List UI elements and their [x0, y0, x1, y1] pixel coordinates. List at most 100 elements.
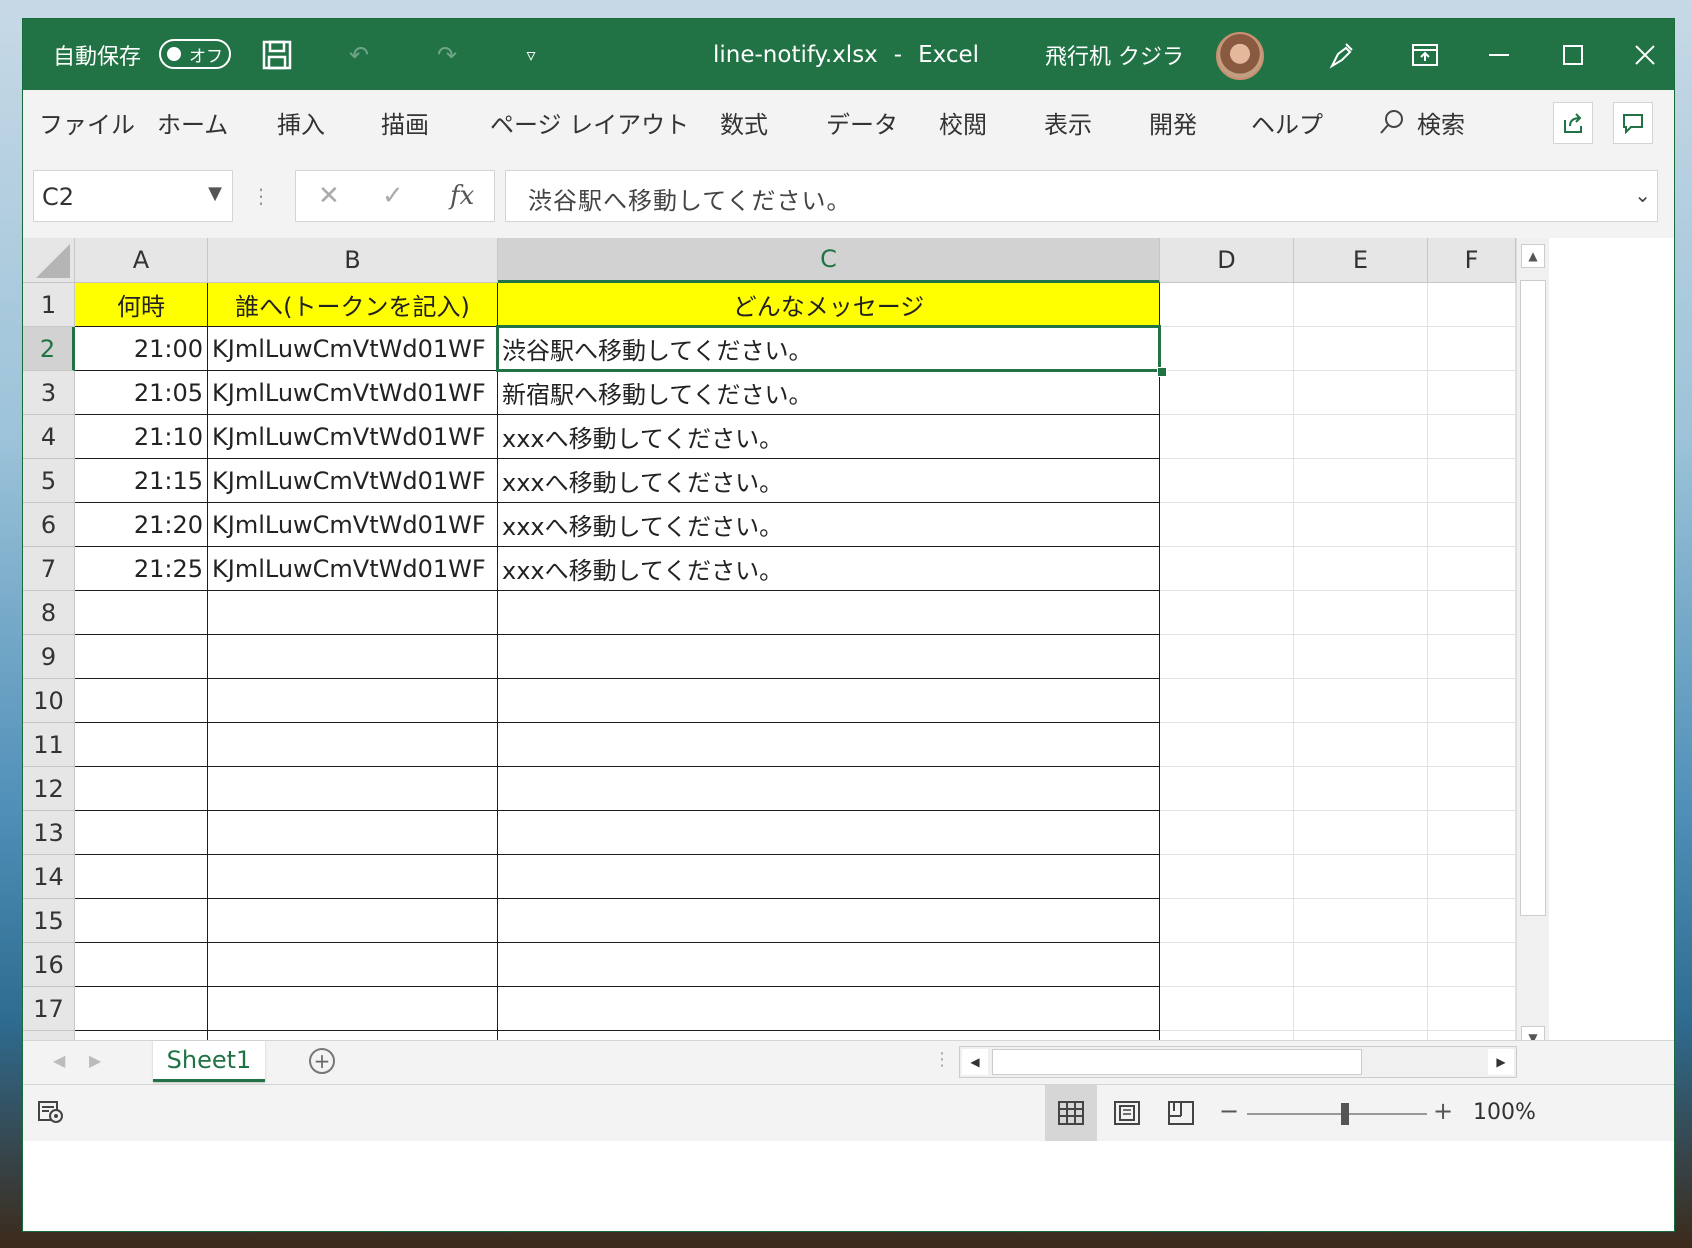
column-header-c[interactable]: C — [498, 238, 1160, 283]
zoom-out-button[interactable]: − — [1219, 1097, 1239, 1125]
cell-f13[interactable] — [1428, 811, 1516, 855]
row-header-17[interactable]: 17 — [23, 987, 75, 1031]
cell-d10[interactable] — [1160, 679, 1294, 723]
column-header-f[interactable]: F — [1428, 238, 1516, 283]
page-layout-view-button[interactable] — [1101, 1085, 1153, 1141]
row-header-2[interactable]: 2 — [23, 327, 75, 371]
cell-f2[interactable] — [1428, 327, 1516, 371]
horizontal-scrollbar[interactable]: ◀ ▶ — [959, 1046, 1517, 1078]
tab-view[interactable]: 表示 — [1044, 90, 1092, 154]
vertical-scrollbar[interactable]: ▲ ▼ — [1516, 238, 1549, 1058]
cell-e14[interactable] — [1294, 855, 1428, 899]
row-header-1[interactable]: 1 — [23, 283, 75, 327]
cell-e11[interactable] — [1294, 723, 1428, 767]
sheet-tab-sheet1[interactable]: Sheet1 — [153, 1041, 265, 1082]
cell-c1[interactable]: どんなメッセージ — [498, 283, 1160, 327]
scroll-up-icon[interactable]: ▲ — [1521, 244, 1545, 268]
row-header-9[interactable]: 9 — [23, 635, 75, 679]
tab-split-handle[interactable]: ⋮ — [933, 1049, 951, 1070]
cell-b16[interactable] — [208, 943, 498, 987]
chevron-down-icon[interactable]: ▼ — [208, 183, 222, 204]
cell-e6[interactable] — [1294, 503, 1428, 547]
row-header-5[interactable]: 5 — [23, 459, 75, 503]
cell-b7[interactable]: KJmlLuwCmVtWd01WF — [208, 547, 498, 591]
cell-a6[interactable]: 21:20 — [75, 503, 208, 547]
cell-f12[interactable] — [1428, 767, 1516, 811]
cell-c7[interactable]: xxxへ移動してください。 — [498, 547, 1160, 591]
page-break-preview-button[interactable] — [1155, 1085, 1207, 1141]
column-header-a[interactable]: A — [75, 238, 208, 283]
cell-b15[interactable] — [208, 899, 498, 943]
cell-e7[interactable] — [1294, 547, 1428, 591]
redo-icon[interactable]: ↷ — [429, 37, 465, 73]
row-header-15[interactable]: 15 — [23, 899, 75, 943]
cell-d13[interactable] — [1160, 811, 1294, 855]
row-header-14[interactable]: 14 — [23, 855, 75, 899]
cell-e3[interactable] — [1294, 371, 1428, 415]
cell-d2[interactable] — [1160, 327, 1294, 371]
cell-d17[interactable] — [1160, 987, 1294, 1031]
column-header-e[interactable]: E — [1294, 238, 1428, 283]
row-header-11[interactable]: 11 — [23, 723, 75, 767]
cell-c17[interactable] — [498, 987, 1160, 1031]
cell-f8[interactable] — [1428, 591, 1516, 635]
cell-c11[interactable] — [498, 723, 1160, 767]
zoom-in-button[interactable]: + — [1433, 1097, 1453, 1125]
cell-f3[interactable] — [1428, 371, 1516, 415]
cell-b4[interactable]: KJmlLuwCmVtWd01WF — [208, 415, 498, 459]
cell-e8[interactable] — [1294, 591, 1428, 635]
cell-b8[interactable] — [208, 591, 498, 635]
cell-b9[interactable] — [208, 635, 498, 679]
select-all-button[interactable] — [23, 238, 75, 283]
cell-a16[interactable] — [75, 943, 208, 987]
cell-e1[interactable] — [1294, 283, 1428, 327]
normal-view-button[interactable] — [1045, 1085, 1097, 1141]
row-header-7[interactable]: 7 — [23, 547, 75, 591]
tab-developer[interactable]: 開発 — [1149, 90, 1197, 154]
row-header-8[interactable]: 8 — [23, 591, 75, 635]
cell-c13[interactable] — [498, 811, 1160, 855]
prev-sheet-icon[interactable]: ◀ — [53, 1051, 65, 1070]
horizontal-scroll-thumb[interactable] — [992, 1049, 1362, 1075]
cell-c16[interactable] — [498, 943, 1160, 987]
cell-c3[interactable]: 新宿駅へ移動してください。 — [498, 371, 1160, 415]
cell-a15[interactable] — [75, 899, 208, 943]
name-box[interactable]: C2 ▼ — [33, 170, 233, 222]
tab-insert[interactable]: 挿入 — [277, 90, 325, 154]
cell-c8[interactable] — [498, 591, 1160, 635]
cell-c4[interactable]: xxxへ移動してください。 — [498, 415, 1160, 459]
cell-f10[interactable] — [1428, 679, 1516, 723]
tab-review[interactable]: 校閲 — [939, 90, 987, 154]
cell-a14[interactable] — [75, 855, 208, 899]
cell-a10[interactable] — [75, 679, 208, 723]
user-avatar[interactable] — [1216, 32, 1264, 80]
cell-b3[interactable]: KJmlLuwCmVtWd01WF — [208, 371, 498, 415]
row-header-13[interactable]: 13 — [23, 811, 75, 855]
cell-f5[interactable] — [1428, 459, 1516, 503]
cell-d16[interactable] — [1160, 943, 1294, 987]
cell-e10[interactable] — [1294, 679, 1428, 723]
cell-d15[interactable] — [1160, 899, 1294, 943]
cell-f1[interactable] — [1428, 283, 1516, 327]
cell-f14[interactable] — [1428, 855, 1516, 899]
cell-b13[interactable] — [208, 811, 498, 855]
cell-b2[interactable]: KJmlLuwCmVtWd01WF — [208, 327, 498, 371]
undo-icon[interactable]: ↶ — [341, 37, 377, 73]
row-header-12[interactable]: 12 — [23, 767, 75, 811]
tab-formulas[interactable]: 数式 — [720, 90, 768, 154]
cell-a2[interactable]: 21:00 — [75, 327, 208, 371]
cell-d5[interactable] — [1160, 459, 1294, 503]
cell-a8[interactable] — [75, 591, 208, 635]
cell-e9[interactable] — [1294, 635, 1428, 679]
comments-button[interactable] — [1613, 102, 1653, 144]
column-header-b[interactable]: B — [208, 238, 498, 283]
tab-draw[interactable]: 描画 — [381, 90, 429, 154]
expand-formula-bar-icon[interactable]: ⌄ — [1634, 183, 1651, 207]
spreadsheet-grid[interactable]: ABCDEF123456789101112131415161718何時誰へ(トー… — [23, 238, 1674, 1058]
cell-e17[interactable] — [1294, 987, 1428, 1031]
cell-d1[interactable] — [1160, 283, 1294, 327]
formula-bar-resize-handle[interactable]: ⋮ — [251, 184, 271, 208]
cell-f9[interactable] — [1428, 635, 1516, 679]
autosave-toggle[interactable]: オフ — [159, 37, 231, 71]
cell-f17[interactable] — [1428, 987, 1516, 1031]
